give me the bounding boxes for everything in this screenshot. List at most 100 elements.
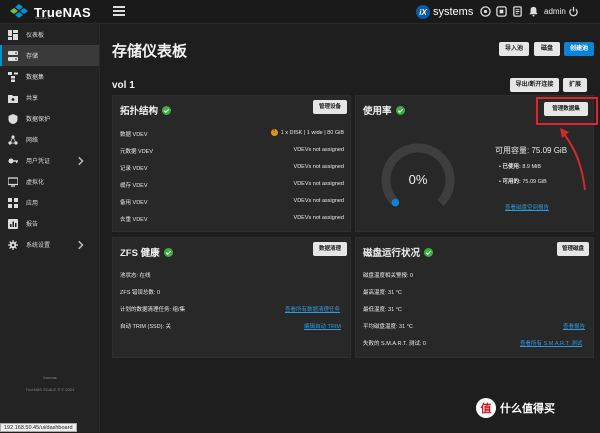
disk-health-title: 磁盘运行状况 [363,245,434,259]
topology-row-label: 去重 VDEV [120,217,148,223]
topology-card: 拓扑结构 管理设备 数据 VDEV ! 1 x DISK | 1 wide | 8… [112,95,351,232]
sidebar-item-label: 用户凭证 [26,159,51,165]
export-disconnect-button[interactable]: 导出/断开连接 [510,78,559,92]
warning-icon: ! [270,129,278,136]
zfs-title-text: ZFS 健康 [120,248,160,259]
topology-row-label: 备用 VDEV [120,200,148,206]
notifications-bell-icon[interactable] [528,6,539,17]
available-label: 可用的: [502,179,521,185]
topology-data-vdev-value: 1 x DISK | 1 wide | 80 GiB [280,129,344,136]
apps-icon [8,197,18,208]
network-icon [8,134,18,145]
watermark-text: 什么值得买 [500,403,555,415]
ixsystems-mark: iX [416,5,430,19]
sidebar-footer-hostname: truenas [43,375,57,380]
feedback-icon[interactable] [496,6,507,17]
used-value: 8.9 MiB [522,164,541,170]
disk-health-card: 磁盘运行状况 管理磁盘 磁盘温度相关警报: 0 最高温度: 31 °C 最低温度… [355,237,594,358]
topology-row-label: 元数据 VDEV [120,149,154,155]
watermark-logo: 值 [476,398,496,418]
pool-state: 池状态: 在线 [120,273,151,279]
storage-icon [8,50,18,61]
sidebar-item-label: 数据集 [26,75,45,81]
available-value: 75.09 GiB [522,179,547,185]
annotation-arrow [560,128,586,191]
disks-button[interactable]: 磁盘 [534,42,560,56]
top-bar: TrueNAS SCALE iX systems admin [0,0,600,24]
avg-temperature: 平均磁盘温度: 31 °C [363,324,413,330]
sidebar-item-label: 系统设置 [26,243,51,249]
sidebar-item-shares[interactable]: 共享 [0,87,99,108]
available-line: • 可用的: 75.09 GiB [499,179,547,185]
topology-row-value: VDEVs not assigned [293,215,344,221]
usage-percent: 0% [408,172,428,187]
usage-gauge-start-dot [391,198,400,207]
menu-toggle-icon[interactable] [113,6,125,18]
watermark-logo-char: 值 [480,403,492,415]
sidebar-item-label: 应用 [26,201,39,207]
ixsystems-logo[interactable]: iX systems [416,5,473,19]
truecommand-icon[interactable] [480,6,491,17]
edit-auto-trim-link[interactable]: 编辑自动 TRIM [304,322,341,330]
disk-space-report-link[interactable]: 查看磁盘空间报告 [505,203,549,211]
topology-title-text: 拓扑结构 [120,106,159,117]
sidebar-item-apps[interactable]: 应用 [0,192,99,213]
credentials-icon [8,158,18,163]
usage-title-text: 使用率 [363,106,392,117]
sidebar-item-data-protection[interactable]: 数据保护 [0,108,99,129]
sidebar-item-network[interactable]: 网络 [0,129,99,150]
sidebar-item-label: 仪表板 [26,33,45,39]
expand-button[interactable]: 扩展 [563,78,587,92]
page-title: 存储仪表板 [112,43,188,60]
max-temperature: 最高温度: 31 °C [363,290,402,296]
sidebar-item-storage[interactable]: 存储 [0,45,99,66]
sidebar-item-label: 共享 [26,96,39,102]
chevron-right-icon [78,156,84,166]
brand-sub: SCALE [35,15,51,20]
capacity-label: 可用容量: [495,146,530,155]
view-smart-tests-link[interactable]: 查看所有 S.M.A.R.T. 测试 [520,339,582,347]
power-icon[interactable] [568,6,579,17]
sidebar-item-credentials[interactable]: 用户凭证 [0,150,99,171]
main-content: 存储仪表板 导入池 磁盘 创建池 vol 1 导出/断开连接 扩展 拓扑结构 管… [101,24,600,432]
view-scrub-tasks-link[interactable]: 查看所有数据清理任务 [285,305,340,313]
scrub-button[interactable]: 数据清理 [313,242,347,256]
manage-disks-button[interactable]: 管理磁盘 [557,242,589,256]
sidebar: 仪表板 存储 数据集 共享 数据保护 网络 用户凭证 虚拟化 应用 报告 系统设… [0,24,100,432]
sidebar-item-system-settings[interactable]: 系统设置 [0,234,99,255]
status-bar-url: 192.168.50.45/ui/dashboard [0,423,77,432]
min-temperature: 最低温度: 31 °C [363,307,402,313]
sidebar-item-reports[interactable]: 报告 [0,213,99,234]
zfs-title: ZFS 健康 [120,245,173,259]
sidebar-item-label: 虚拟化 [26,180,45,186]
disk-temp-alerts: 磁盘温度相关警报: 0 [363,273,414,279]
used-label: 已使用: [502,164,521,170]
topology-row-label: 记录 VDEV [120,166,148,172]
topology-row-label: 缓存 VDEV [120,183,148,189]
sidebar-footer-copyright: TrueNAS SCALE ® © 2024 [25,387,75,392]
system-settings-icon [8,239,18,250]
sidebar-item-label: 报告 [26,222,39,228]
tasks-icon[interactable] [512,6,523,17]
watermark: 值 什么值得买 [476,398,555,418]
topology-row-label: 数据 VDEV [120,132,148,138]
import-pool-button[interactable]: 导入池 [499,42,529,56]
topology-row-value: ! 1 x DISK | 1 wide | 80 GiB [270,129,344,136]
user-menu-name[interactable]: admin [544,7,566,16]
smart-failed-tests: 失败的 S.M.A.R.T. 测试: 0 [363,341,426,347]
check-circle-icon [163,247,173,257]
shares-icon [8,94,18,103]
data-protection-icon [8,113,18,124]
manage-devices-button[interactable]: 管理设备 [313,100,347,114]
sidebar-item-datasets[interactable]: 数据集 [0,66,99,87]
topology-row-value: VDEVs not assigned [293,181,344,187]
usage-title: 使用率 [363,103,405,117]
create-pool-button[interactable]: 创建池 [564,42,594,56]
view-reports-link[interactable]: 查看报告 [563,322,585,330]
sidebar-item-virtualization[interactable]: 虚拟化 [0,171,99,192]
reports-icon [8,218,18,229]
dashboard-icon [8,29,18,40]
sidebar-item-label: 数据保护 [26,117,51,123]
sidebar-item-dashboard[interactable]: 仪表板 [0,24,99,45]
chevron-right-icon [78,240,84,250]
